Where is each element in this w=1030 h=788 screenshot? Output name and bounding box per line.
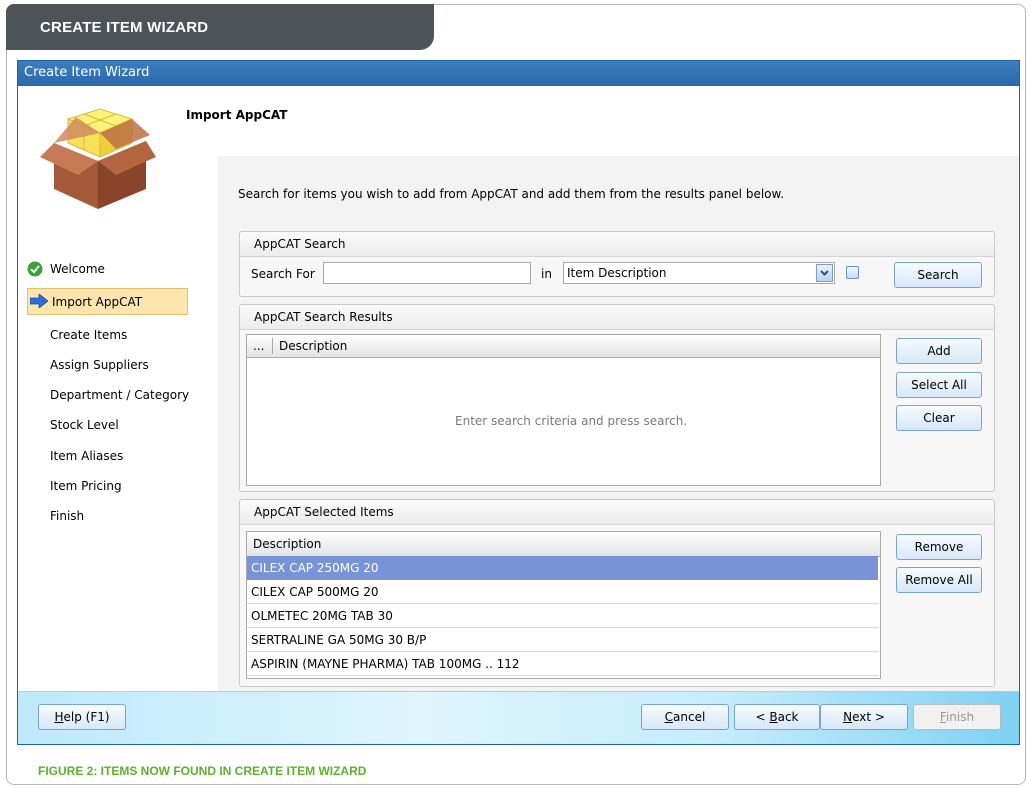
remove-button[interactable]: Remove <box>896 534 982 560</box>
table-row[interactable]: CILEX CAP 500MG 20 <box>247 580 878 604</box>
search-input[interactable] <box>323 262 531 284</box>
step-assign-suppliers[interactable]: Assign Suppliers <box>50 358 149 372</box>
window-title: Create Item Wizard <box>24 65 150 80</box>
results-empty-message: Enter search criteria and press search. <box>455 414 688 428</box>
banner-title: CREATE ITEM WIZARD <box>40 19 209 36</box>
search-field-select[interactable]: Item Description <box>563 262 835 284</box>
step-item-pricing[interactable]: Item Pricing <box>50 479 122 493</box>
table-row[interactable]: CILEX CAP 250MG 20 <box>247 556 878 580</box>
search-for-label: Search For <box>251 267 315 281</box>
search-option-checkbox[interactable] <box>846 266 859 279</box>
column-ellipsis[interactable]: ... <box>253 335 264 357</box>
dropdown-button[interactable] <box>816 264 833 282</box>
column-description[interactable]: Description <box>253 532 321 556</box>
selected-grid[interactable]: Description CILEX CAP 250MG 20 CILEX CAP… <box>246 531 881 679</box>
header-strip <box>218 86 1019 156</box>
results-grid[interactable]: ... Description <box>246 334 881 486</box>
search-panel-title: AppCAT Search <box>254 237 346 251</box>
arrow-right-icon <box>30 294 48 308</box>
select-all-button[interactable]: Select All <box>896 372 982 398</box>
instructions-text: Search for items you wish to add from Ap… <box>238 187 785 201</box>
check-circle-icon <box>27 261 43 277</box>
table-row[interactable]: ASPIRIN (MAYNE PHARMA) TAB 100MG .. 112 <box>247 652 878 676</box>
step-import-appcat[interactable]: Import AppCAT <box>52 295 142 309</box>
remove-all-button[interactable]: Remove All <box>896 567 982 593</box>
selected-panel-title: AppCAT Selected Items <box>254 505 394 519</box>
back-button[interactable]: < Back <box>734 704 820 730</box>
chevron-down-icon <box>820 270 829 276</box>
cancel-button[interactable]: Cancel <box>641 704 729 730</box>
table-row[interactable]: OLMETEC 20MG TAB 30 <box>247 604 878 628</box>
help-button[interactable]: Help (F1) <box>38 704 126 730</box>
finish-button[interactable]: Finish <box>913 704 1001 730</box>
table-row[interactable]: SERTRALINE GA 50MG 30 B/P <box>247 628 878 652</box>
step-stock-level[interactable]: Stock Level <box>50 418 119 432</box>
results-panel-title: AppCAT Search Results <box>254 310 393 324</box>
page-title: Import AppCAT <box>186 108 288 122</box>
next-button[interactable]: Next > <box>820 704 908 730</box>
search-field-value: Item Description <box>567 266 667 280</box>
add-button[interactable]: Add <box>896 338 982 364</box>
search-button[interactable]: Search <box>894 262 982 288</box>
package-box-icon <box>40 108 156 209</box>
selected-grid-header: Description <box>247 532 880 557</box>
results-grid-header: ... Description <box>247 335 880 358</box>
step-department-category[interactable]: Department / Category <box>50 388 189 402</box>
step-finish[interactable]: Finish <box>50 509 84 523</box>
step-welcome[interactable]: Welcome <box>50 262 105 276</box>
clear-button[interactable]: Clear <box>896 405 982 431</box>
figure-caption: FIGURE 2: ITEMS NOW FOUND IN CREATE ITEM… <box>38 764 367 778</box>
in-label: in <box>541 267 552 281</box>
column-description[interactable]: Description <box>279 335 347 357</box>
window-titlebar[interactable] <box>18 61 1019 86</box>
step-create-items[interactable]: Create Items <box>50 328 127 342</box>
step-item-aliases[interactable]: Item Aliases <box>50 449 123 463</box>
